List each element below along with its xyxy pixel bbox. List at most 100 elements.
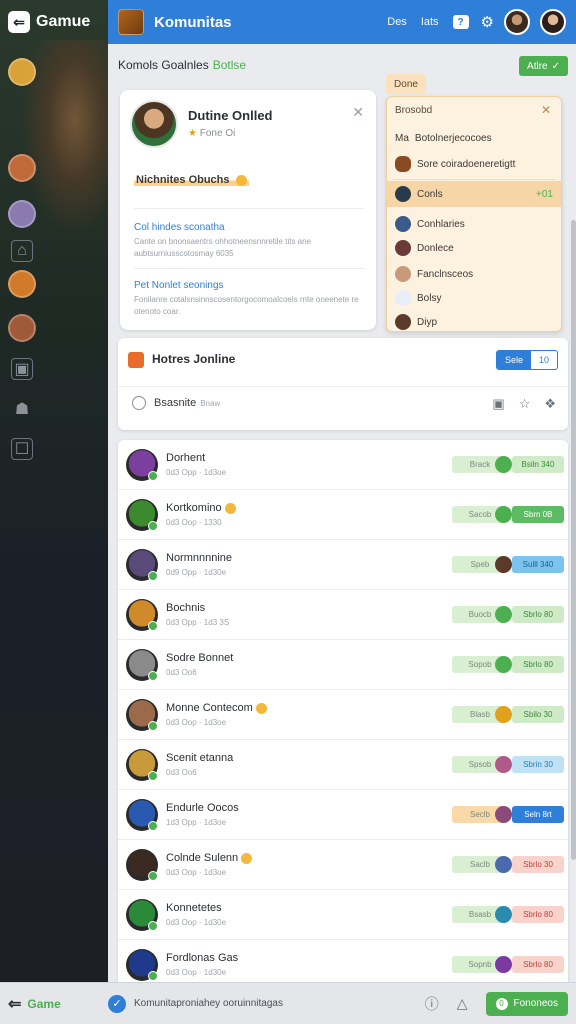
dropdown-item[interactable]: Ma Botolnerjecocoes bbox=[387, 125, 561, 151]
flag-icon bbox=[128, 352, 144, 368]
toggle-option-a[interactable]: Sele bbox=[496, 351, 531, 369]
close-icon[interactable]: ✕ bbox=[352, 104, 364, 121]
settings-icon[interactable]: ❖ bbox=[544, 396, 556, 412]
brand[interactable]: ⇐ Gamue bbox=[8, 8, 90, 36]
friend-meta: 0d9 Opp · 1d30e bbox=[166, 568, 227, 577]
friend-action-pill[interactable]: Bsiln 340 bbox=[512, 456, 564, 473]
item-count: +01 bbox=[536, 188, 553, 200]
friend-meta: 0d3 Oop · 1d30e bbox=[166, 968, 227, 977]
top-link-2[interactable]: Iats bbox=[421, 16, 439, 28]
friend-action-pill[interactable]: Sbrin 30 bbox=[512, 756, 564, 773]
close-icon[interactable]: ✕ bbox=[541, 103, 551, 117]
friend-meta: 0d3 Oop · 1330 bbox=[166, 518, 222, 527]
sidebar-avatar-3[interactable] bbox=[8, 200, 36, 228]
friend-action-pill[interactable]: Sbrlo 80 bbox=[512, 606, 564, 623]
help-icon[interactable]: ? bbox=[452, 15, 469, 29]
friend-row[interactable]: Sodre Bonnet 0d3 Oo6 Sopob Sbrlo 80 bbox=[118, 640, 568, 690]
game-icon bbox=[495, 606, 512, 623]
shield-icon[interactable]: ☐ bbox=[11, 438, 33, 460]
action-button[interactable]: Atlre ✓ bbox=[519, 56, 568, 76]
friend-name-label: Fordlonas Gas bbox=[166, 952, 239, 964]
friend-row[interactable]: Endurle Oocos 1d3 Opp · 1d3oe Seclb Seln 8r… bbox=[118, 790, 568, 840]
friend-action-pill[interactable]: Sbrlo 80 bbox=[512, 906, 564, 923]
game-icon bbox=[495, 506, 512, 523]
friend-row[interactable]: Dorhent 0d3 Opp · 1d3oe Brack Bsiln 340 bbox=[118, 440, 568, 490]
star-icon[interactable]: ☆ bbox=[519, 396, 531, 412]
friend-action-pill[interactable]: Sbrlo 80 bbox=[512, 956, 564, 973]
dropdown-item[interactable]: Sore coiradoeneretigtt bbox=[387, 151, 561, 177]
online-status-icon bbox=[148, 721, 158, 731]
friend-row[interactable]: Kortkomino 0d3 Oop · 1330 Sacob Sbrn 0B bbox=[118, 490, 568, 540]
profile-sub-label: Fone Oi bbox=[199, 128, 236, 139]
top-link-1[interactable]: Des bbox=[387, 16, 407, 28]
item-label: Fanclnsceos bbox=[417, 268, 474, 280]
online-status-icon bbox=[148, 521, 158, 531]
sidebar-avatar-4[interactable] bbox=[8, 270, 36, 298]
friend-row[interactable]: Monne Contecom 0d3 Oop · 1d3oe Blasb Sbilo … bbox=[118, 690, 568, 740]
search-field[interactable]: Bsasnite Bnaw bbox=[132, 396, 220, 410]
dropdown-item[interactable]: Donlece bbox=[387, 235, 561, 261]
game-icon bbox=[495, 856, 512, 873]
dropdown-item[interactable]: Bolsy bbox=[387, 285, 561, 311]
dropdown-item[interactable]: Diyp bbox=[387, 309, 561, 335]
friend-row[interactable]: Bochnis 0d3 Opp · 1d3 3S Buocb Sbrlo 80 bbox=[118, 590, 568, 640]
divider bbox=[134, 268, 364, 269]
profile-link-1[interactable]: Col hindes sconatha bbox=[134, 222, 225, 233]
user-avatar-2[interactable] bbox=[540, 9, 566, 35]
dropdown-item[interactable]: Conhlaries bbox=[387, 211, 561, 237]
online-status-icon bbox=[148, 471, 158, 481]
friend-action-pill[interactable]: Sbrlo 30 bbox=[512, 856, 564, 873]
friend-row[interactable]: Fordlonas Gas 0d3 Oop · 1d30e Sopnb Sbrlo 8… bbox=[118, 940, 568, 988]
notification-icon[interactable]: △ bbox=[457, 995, 468, 1012]
back-icon[interactable]: ⇐ bbox=[8, 994, 21, 1014]
sidebar-avatar-1[interactable] bbox=[8, 58, 36, 86]
dropdown-item[interactable]: Fanclnsceos bbox=[387, 261, 561, 287]
online-status-icon bbox=[148, 571, 158, 581]
dropdown-tab[interactable]: Done bbox=[386, 74, 426, 94]
friend-action-pill[interactable]: Sbrn 0B bbox=[512, 506, 564, 523]
profile-avatar[interactable] bbox=[130, 100, 178, 148]
sidebar-avatar-5[interactable] bbox=[8, 314, 36, 342]
scrollbar[interactable] bbox=[571, 220, 576, 860]
item-avatar bbox=[395, 314, 411, 330]
friend-meta: 1d3 Opp · 1d3oe bbox=[166, 818, 227, 827]
archive-icon[interactable]: ▣ bbox=[492, 396, 504, 412]
bottom-brand[interactable]: ⇐ Game bbox=[8, 994, 108, 1014]
check-icon: ✓ bbox=[551, 60, 560, 72]
friend-row[interactable]: Normnnnnine 0d9 Opp · 1d30e Speb Sulll 340 bbox=[118, 540, 568, 590]
friends-dropdown: Brosobd ✕ Ma Botolnerjecocoes Sore coirad… bbox=[386, 96, 562, 332]
friend-name: Fordlonas Gas bbox=[166, 952, 238, 964]
friend-name: Colnde Sulenn bbox=[166, 852, 253, 864]
friend-action-pill[interactable]: Seln 8rt bbox=[512, 806, 564, 823]
user-avatar-1[interactable] bbox=[504, 9, 530, 35]
info-icon[interactable]: ⓘ bbox=[425, 994, 439, 1014]
sidebar-avatar-2[interactable] bbox=[8, 154, 36, 182]
profile-sub: ★ Fone Oi bbox=[188, 128, 235, 139]
item-icon bbox=[395, 156, 411, 172]
smile-icon bbox=[255, 702, 267, 714]
gear-icon[interactable]: ⚙ bbox=[481, 13, 494, 31]
profile-link-2[interactable]: Pet Nonlet seonings bbox=[134, 280, 224, 291]
friend-name-label: Monne Contecom bbox=[166, 702, 253, 714]
friend-row[interactable]: Konnetetes 0d3 Oop · 1d30e Bsasb Sbrlo 80 bbox=[118, 890, 568, 940]
home-icon[interactable]: ⌂ bbox=[11, 240, 33, 262]
friend-action-pill[interactable]: Sulll 340 bbox=[512, 556, 564, 573]
image-icon[interactable]: ▣ bbox=[11, 358, 33, 380]
game-icon bbox=[495, 706, 512, 723]
item-label: Diyp bbox=[417, 316, 438, 328]
bottom-action-button[interactable]: 0 Fononeos bbox=[485, 991, 568, 1016]
friend-row[interactable]: Colnde Sulenn 0d3 Oop · 1d3oe Saclb Sbrlo 3… bbox=[118, 840, 568, 890]
online-status-icon bbox=[148, 621, 158, 631]
dropdown-item[interactable]: Conls +01 bbox=[387, 181, 561, 207]
friend-name-label: Sodre Bonnet bbox=[166, 652, 234, 664]
friend-action-pill[interactable]: Sbilo 30 bbox=[512, 706, 564, 723]
friend-row[interactable]: Scenit etanna 0d3 Oo6 Spsob Sbrin 30 bbox=[118, 740, 568, 790]
bookmark-icon[interactable]: ☗ bbox=[11, 398, 33, 420]
online-toggle[interactable]: Sele 10 bbox=[495, 350, 558, 370]
friend-name: Scenit etanna bbox=[166, 752, 233, 764]
friend-action-pill[interactable]: Sbrlo 80 bbox=[512, 656, 564, 673]
divider bbox=[393, 179, 555, 180]
brand-label: Gamue bbox=[36, 13, 91, 30]
dropdown-header: Brosobd bbox=[395, 105, 433, 116]
toggle-option-b[interactable]: 10 bbox=[531, 351, 557, 369]
